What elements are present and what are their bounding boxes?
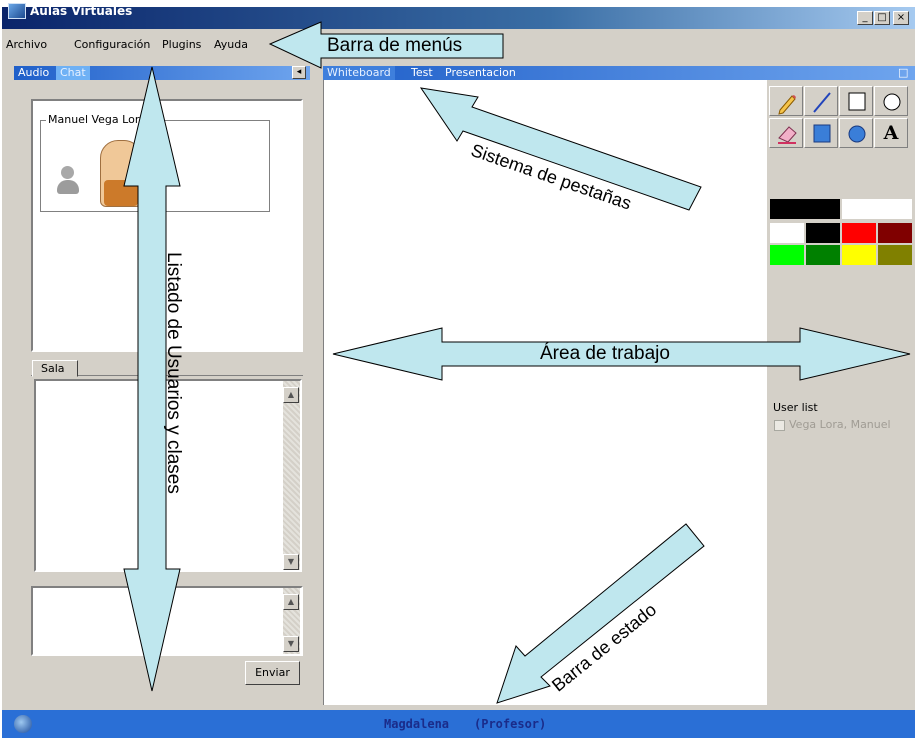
status-bar-callout-arrow (496, 523, 705, 704)
work-area-callout-label: Área de trabajo (540, 343, 670, 364)
annotation-arrows (123, 21, 911, 704)
users-callout-label: Listado de Usuarios y clases (163, 252, 184, 494)
menu-bar-callout-label: Barra de menús (327, 35, 463, 56)
